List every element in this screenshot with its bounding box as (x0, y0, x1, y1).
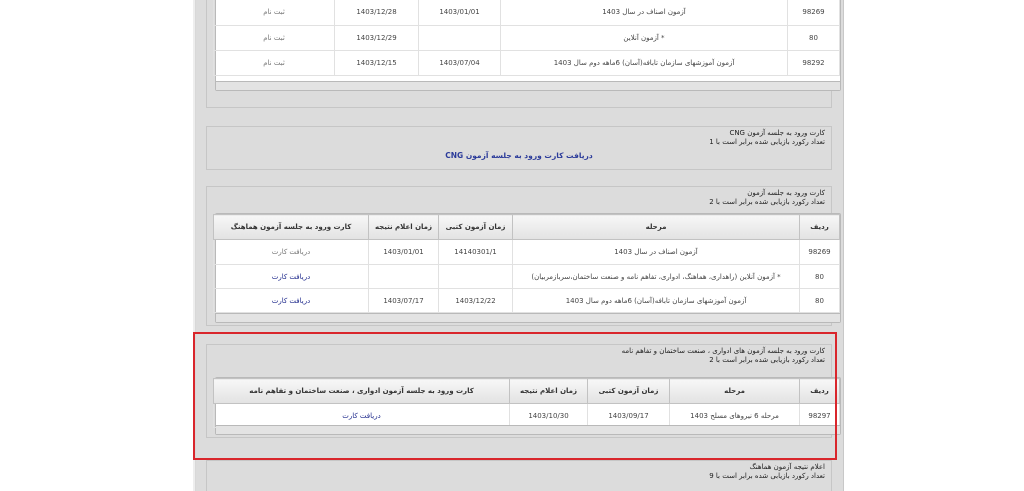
row-stage: آزمون آموزشهای سازمان تابافه(آسان) 6ماهه… (500, 50, 788, 76)
row-id: 80 (799, 264, 840, 289)
cng-card-section: کارت ورود به جلسه آزمون CNG تعداد رکورد … (206, 126, 832, 170)
section-title: کارت ورود به جلسه آزمون CNG (729, 129, 825, 137)
row-id: 98292 (787, 50, 840, 76)
get-card-link[interactable]: دریافت کارت (213, 264, 369, 289)
hamahang-card-section: کارت ورود به جلسه آزمون تعداد رکورد بازی… (206, 186, 841, 326)
row-id: 80 (799, 288, 840, 313)
registration-section: 98269 آزمون اصناف در سال 1403 1403/01/01… (206, 0, 841, 108)
row-stage: آزمون اصناف در سال 1403 (500, 0, 788, 26)
row-stage: * آزمون آنلاین (500, 25, 788, 51)
row-result-date: 1403/07/17 (368, 288, 439, 313)
table-row: 80 * آزمون آنلاین 1403/12/29 ثبت نام (213, 25, 840, 51)
row-result-date: 1403/12/28 (334, 0, 419, 26)
header-result-date[interactable]: زمان اعلام نتیجه (368, 214, 439, 240)
row-result-date: 1403/01/01 (368, 239, 439, 265)
cng-card-link[interactable]: دریافت کارت ورود به جلسه آزمون CNG (207, 151, 831, 160)
row-exam-date: 1403/01/01 (418, 0, 501, 26)
row-exam-date (438, 264, 513, 289)
row-exam-date: 1403/12/22 (438, 288, 513, 313)
table-footer (216, 313, 840, 322)
register-link[interactable]: ثبت نام (213, 50, 335, 76)
table-header-row: ردیف مرحله زمان آزمون کتبی زمان اعلام نت… (213, 214, 840, 240)
register-link[interactable]: ثبت نام (213, 0, 335, 26)
highlight-box (193, 332, 837, 460)
table-row: 98292 آزمون آموزشهای سازمان تابافه(آسان)… (213, 50, 840, 76)
row-result-date (368, 264, 439, 289)
row-id: 98269 (799, 239, 840, 265)
record-count: تعداد رکورد بازیابی شده برابر است با 1 (709, 138, 825, 146)
table-row: 80 آزمون آموزشهای سازمان تابافه(آسان) 6م… (213, 288, 840, 313)
row-id: 98269 (787, 0, 840, 26)
registration-table: 98269 آزمون اصناف در سال 1403 1403/01/01… (213, 0, 841, 91)
row-exam-date (418, 25, 501, 51)
get-card-link[interactable]: دریافت کارت (213, 288, 369, 313)
section-title: اعلام نتیجه آزمون هماهنگ (749, 463, 825, 471)
record-count: تعداد رکورد بازیابی شده برابر است با 9 (709, 472, 825, 480)
header-stage[interactable]: مرحله (512, 214, 800, 240)
left-margin (0, 0, 193, 491)
table-row: 98269 آزمون اصناف در سال 1403 1403/01/01… (213, 0, 840, 26)
header-id[interactable]: ردیف (799, 214, 840, 240)
row-result-date: 1403/12/15 (334, 50, 419, 76)
section-title: کارت ورود به جلسه آزمون (747, 189, 825, 197)
table-row: 80 * آزمون آنلاین (راهداری، هماهنگ، ادوا… (213, 264, 840, 289)
row-stage: آزمون آموزشهای سازمان تابافه(آسان) 6ماهه… (512, 288, 800, 313)
row-stage: * آزمون آنلاین (راهداری، هماهنگ، ادواری،… (512, 264, 800, 289)
row-exam-date: 1403/07/04 (418, 50, 501, 76)
record-count: تعداد رکورد بازیابی شده برابر است با 2 (709, 198, 825, 206)
table-row: 98269 آزمون اصناف در سال 1403 14140301/1… (213, 239, 840, 265)
row-exam-date: 14140301/1 (438, 239, 513, 265)
row-result-date: 1403/12/29 (334, 25, 419, 51)
results-section: اعلام نتیجه آزمون هماهنگ تعداد رکورد باز… (206, 460, 832, 491)
hamahang-table: ردیف مرحله زمان آزمون کتبی زمان اعلام نت… (213, 213, 841, 323)
get-card-link[interactable]: دریافت کارت (213, 239, 369, 265)
header-exam-date[interactable]: زمان آزمون کتبی (438, 214, 513, 240)
table-footer (216, 81, 840, 90)
header-card[interactable]: کارت ورود به جلسه آزمون هماهنگ (213, 214, 369, 240)
register-link[interactable]: ثبت نام (213, 25, 335, 51)
row-stage: آزمون اصناف در سال 1403 (512, 239, 800, 265)
row-id: 80 (787, 25, 840, 51)
